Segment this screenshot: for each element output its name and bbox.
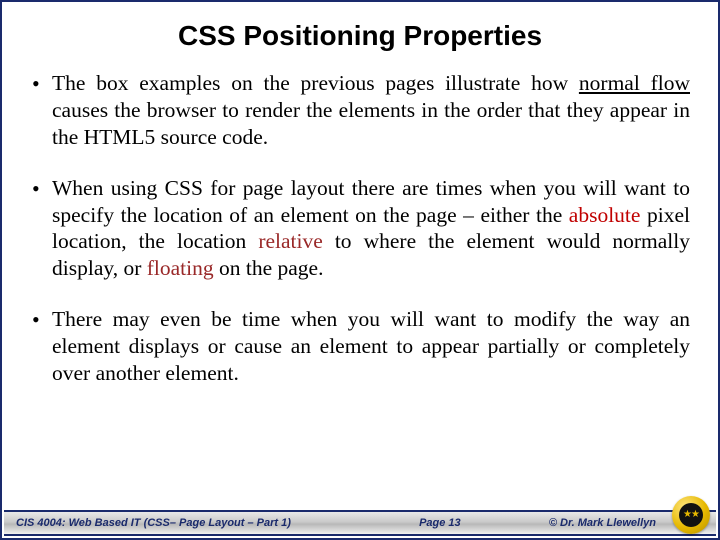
- bullet-2: When using CSS for page layout there are…: [30, 175, 690, 283]
- bullet-3: There may even be time when you will wan…: [30, 306, 690, 387]
- footer-course: CIS 4004: Web Based IT (CSS– Page Layout…: [4, 517, 291, 529]
- bullet-1-underline: normal flow: [579, 71, 690, 95]
- bullet-2-text-g: on the page.: [214, 256, 324, 280]
- ucf-logo-icon: ★★: [672, 496, 710, 534]
- bullet-1: The box examples on the previous pages i…: [30, 70, 690, 151]
- footer: CIS 4004: Web Based IT (CSS– Page Layout…: [4, 500, 716, 536]
- bullet-list: The box examples on the previous pages i…: [2, 62, 718, 387]
- bullet-1-text-c: causes the browser to render the element…: [52, 98, 690, 149]
- bullet-1-text-a: The box examples on the previous pages i…: [52, 71, 579, 95]
- footer-bar: CIS 4004: Web Based IT (CSS– Page Layout…: [4, 510, 716, 536]
- footer-page: Page 13: [291, 517, 549, 529]
- bullet-2-red-floating: floating: [147, 256, 214, 280]
- bullet-2-red-relative: relative: [258, 229, 322, 253]
- bullet-2-red-absolute: absolute: [569, 203, 641, 227]
- slide: CSS Positioning Properties The box examp…: [0, 0, 720, 540]
- slide-title: CSS Positioning Properties: [2, 2, 718, 62]
